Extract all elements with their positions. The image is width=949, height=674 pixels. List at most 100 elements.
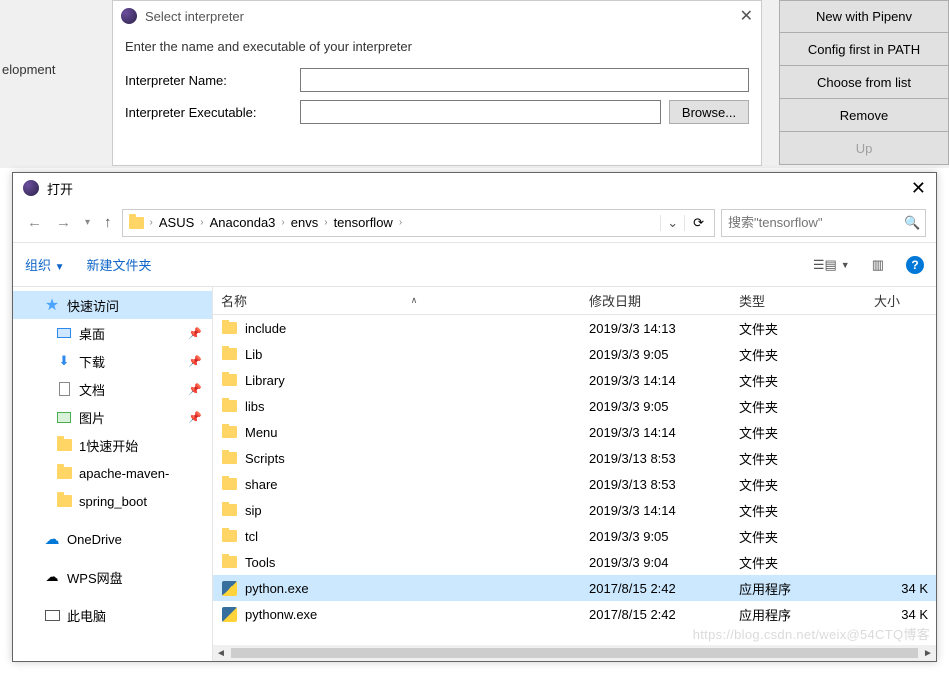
file-name: Menu xyxy=(245,425,278,440)
interpreter-name-input[interactable] xyxy=(300,68,749,92)
search-icon[interactable]: 🔍 xyxy=(904,215,920,231)
nav-onedrive[interactable]: ☁ OneDrive xyxy=(13,525,212,553)
organize-menu[interactable]: 组织 ▼ xyxy=(25,255,65,274)
nav-recent-dropdown[interactable]: ▾ xyxy=(81,217,94,228)
nav-item-label: spring_boot xyxy=(79,494,147,509)
scrollbar-thumb[interactable] xyxy=(231,648,918,658)
file-row[interactable]: sip2019/3/3 14:14文件夹 xyxy=(213,497,936,523)
pc-icon xyxy=(43,610,61,621)
address-bar-row: ← → ▾ ↑ › ASUS › Anaconda3 › envs › tens… xyxy=(13,203,936,243)
breadcrumb-dropdown-icon[interactable]: ⌄ xyxy=(660,215,684,231)
nav-item[interactable]: apache-maven- xyxy=(13,459,212,487)
chevron-right-icon[interactable]: › xyxy=(279,217,286,228)
file-row[interactable]: python.exe2017/8/15 2:42应用程序34 K xyxy=(213,575,936,601)
nav-item[interactable]: spring_boot xyxy=(13,487,212,515)
folder-icon xyxy=(55,495,73,507)
up-button[interactable]: Up xyxy=(779,132,949,165)
file-row[interactable]: Menu2019/3/3 14:14文件夹 xyxy=(213,419,936,445)
nav-wps[interactable]: ☁ WPS网盘 xyxy=(13,563,212,591)
file-name: sip xyxy=(245,503,262,518)
file-name: Lib xyxy=(245,347,262,362)
file-type: 文件夹 xyxy=(731,345,866,364)
file-row[interactable]: Library2019/3/3 14:14文件夹 xyxy=(213,367,936,393)
breadcrumb-segment[interactable]: envs xyxy=(287,210,322,236)
file-row[interactable]: include2019/3/3 14:13文件夹 xyxy=(213,315,936,341)
interpreter-side-buttons: New with Pipenv Config first in PATH Cho… xyxy=(779,0,949,165)
new-folder-button[interactable]: 新建文件夹 xyxy=(87,255,152,274)
refresh-icon[interactable]: ⟳ xyxy=(684,215,712,231)
folder-icon xyxy=(221,398,237,414)
file-dialog-toolbar: 组织 ▼ 新建文件夹 ☰▤ ▼ ▥ ? xyxy=(13,243,936,287)
horizontal-scrollbar[interactable]: ◄ ► xyxy=(213,645,936,661)
breadcrumb-segment[interactable]: Anaconda3 xyxy=(206,210,280,236)
bg-partial-text: elopment xyxy=(2,62,55,77)
breadcrumb-bar[interactable]: › ASUS › Anaconda3 › envs › tensorflow ›… xyxy=(122,209,715,237)
python-file-icon xyxy=(221,606,237,622)
column-header-type[interactable]: 类型 xyxy=(731,291,866,310)
nav-item[interactable]: 桌面📌 xyxy=(13,319,212,347)
nav-item[interactable]: ⬇下载📌 xyxy=(13,347,212,375)
search-box[interactable]: 🔍 xyxy=(721,209,926,237)
file-row[interactable]: Lib2019/3/3 9:05文件夹 xyxy=(213,341,936,367)
folder-icon xyxy=(221,528,237,544)
browse-button[interactable]: Browse... xyxy=(669,100,749,124)
help-icon[interactable]: ? xyxy=(906,256,924,274)
file-size: 34 K xyxy=(866,581,936,596)
nav-item-label: apache-maven- xyxy=(79,466,169,481)
nav-item[interactable]: 1快速开始 xyxy=(13,431,212,459)
config-first-in-path-button[interactable]: Config first in PATH xyxy=(779,33,949,66)
chevron-right-icon[interactable]: › xyxy=(198,217,205,228)
file-date: 2019/3/3 9:05 xyxy=(581,529,731,544)
close-icon[interactable]: ✕ xyxy=(911,178,926,199)
new-with-pipenv-button[interactable]: New with Pipenv xyxy=(779,0,949,33)
select-interpreter-dialog: Select interpreter ✕ Enter the name and … xyxy=(112,0,762,166)
nav-item[interactable]: 图片📌 xyxy=(13,403,212,431)
nav-this-pc[interactable]: 此电脑 xyxy=(13,601,212,629)
nav-item[interactable]: 文档📌 xyxy=(13,375,212,403)
file-row[interactable]: Scripts2019/3/13 8:53文件夹 xyxy=(213,445,936,471)
interpreter-executable-input[interactable] xyxy=(300,100,661,124)
chevron-right-icon[interactable]: › xyxy=(148,217,155,228)
nav-label: WPS网盘 xyxy=(67,568,123,587)
chevron-down-icon: ▼ xyxy=(55,262,65,273)
view-mode-button[interactable]: ☰▤ ▼ xyxy=(813,257,850,273)
breadcrumb-segment[interactable]: ASUS xyxy=(155,210,198,236)
file-date: 2019/3/3 14:13 xyxy=(581,321,731,336)
nav-back-icon[interactable]: ← xyxy=(23,214,46,231)
breadcrumb-root-icon[interactable] xyxy=(125,210,148,236)
folder-icon xyxy=(221,450,237,466)
file-list[interactable]: include2019/3/3 14:13文件夹Lib2019/3/3 9:05… xyxy=(213,315,936,661)
file-name: python.exe xyxy=(245,581,309,596)
file-row[interactable]: libs2019/3/3 9:05文件夹 xyxy=(213,393,936,419)
scroll-left-icon[interactable]: ◄ xyxy=(213,648,229,659)
file-row[interactable]: share2019/3/13 8:53文件夹 xyxy=(213,471,936,497)
search-input[interactable] xyxy=(728,215,904,230)
nav-item-label: 文档 xyxy=(79,380,105,399)
file-type: 文件夹 xyxy=(731,371,866,390)
nav-quick-access[interactable]: ★ 快速访问 xyxy=(13,291,212,319)
column-header-size[interactable]: 大小 xyxy=(866,291,936,310)
file-name: pythonw.exe xyxy=(245,607,317,622)
onedrive-icon: ☁ xyxy=(43,530,61,548)
folder-icon xyxy=(221,554,237,570)
pin-icon: 📌 xyxy=(188,355,202,368)
column-header-date[interactable]: 修改日期 xyxy=(581,291,731,310)
nav-up-icon[interactable]: ↑ xyxy=(100,214,116,231)
chevron-right-icon[interactable]: › xyxy=(397,217,404,228)
chevron-right-icon[interactable]: › xyxy=(322,217,329,228)
downloads-icon: ⬇ xyxy=(55,353,73,369)
file-row[interactable]: Tools2019/3/3 9:04文件夹 xyxy=(213,549,936,575)
folder-icon xyxy=(55,439,73,451)
pin-icon: 📌 xyxy=(188,327,202,340)
close-icon[interactable]: ✕ xyxy=(740,6,753,26)
nav-forward-icon[interactable]: → xyxy=(52,214,75,231)
scroll-right-icon[interactable]: ► xyxy=(920,648,936,659)
breadcrumb-segment[interactable]: tensorflow xyxy=(330,210,397,236)
preview-pane-button[interactable]: ▥ xyxy=(872,257,884,273)
file-row[interactable]: pythonw.exe2017/8/15 2:42应用程序34 K xyxy=(213,601,936,627)
file-row[interactable]: tcl2019/3/3 9:05文件夹 xyxy=(213,523,936,549)
remove-button[interactable]: Remove xyxy=(779,99,949,132)
choose-from-list-button[interactable]: Choose from list xyxy=(779,66,949,99)
interpreter-name-label: Interpreter Name: xyxy=(125,73,300,88)
column-header-name[interactable]: 名称 ∧ xyxy=(213,291,581,310)
